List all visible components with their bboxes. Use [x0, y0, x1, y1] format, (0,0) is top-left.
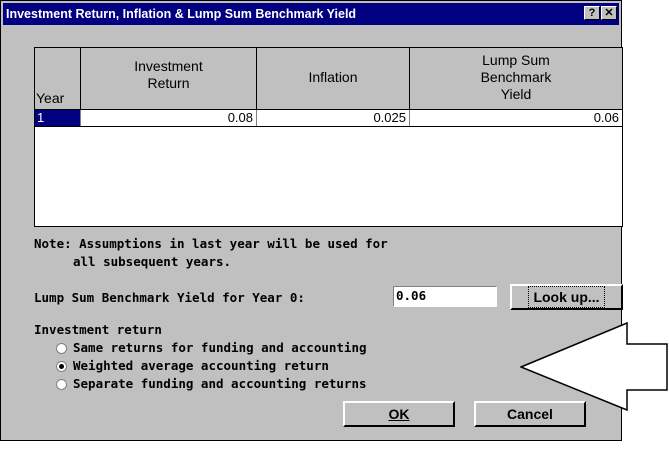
ok-button[interactable]: OK: [343, 401, 455, 427]
inflation-cell[interactable]: 0.025: [257, 110, 410, 126]
radio-separate-returns-label[interactable]: Separate funding and accounting returns: [73, 376, 367, 391]
radio-same-returns-label[interactable]: Same returns for funding and accounting: [73, 340, 367, 355]
radio-same-returns[interactable]: [56, 343, 67, 354]
dialog-title-bar: Investment Return, Inflation & Lump Sum …: [3, 3, 619, 25]
column-header-lump-sum-yield[interactable]: Lump Sum Benchmark Yield: [410, 48, 622, 110]
year0-yield-input[interactable]: 0.06: [393, 286, 497, 307]
dialog-title: Investment Return, Inflation & Lump Sum …: [6, 7, 357, 21]
column-header-inflation[interactable]: Inflation: [257, 48, 410, 110]
investment-return-cell[interactable]: 0.08: [81, 110, 257, 126]
column-header-investment-return[interactable]: Investment Return: [81, 48, 257, 110]
radio-weighted-average[interactable]: [56, 361, 67, 372]
radio-weighted-average-label[interactable]: Weighted average accounting return: [73, 358, 329, 373]
column-header-year[interactable]: Year: [35, 48, 81, 110]
investment-return-group-label: Investment return: [34, 322, 162, 337]
left-arrow-icon: [520, 322, 668, 412]
assumptions-table[interactable]: Year Investment Return Inflation Lump Su…: [34, 47, 623, 227]
year0-yield-label: Lump Sum Benchmark Yield for Year 0:: [34, 290, 305, 305]
close-button[interactable]: ✕: [601, 6, 617, 20]
look-up-button[interactable]: Look up...: [510, 284, 623, 310]
note-line-1: Note: Assumptions in last year will be u…: [34, 236, 388, 251]
note-line-2: all subsequent years.: [73, 254, 232, 269]
help-button[interactable]: ?: [584, 6, 600, 20]
lump-sum-yield-cell[interactable]: 0.06: [410, 110, 622, 126]
radio-separate-returns[interactable]: [56, 379, 67, 390]
year-cell[interactable]: 1: [35, 110, 81, 126]
table-row[interactable]: 1 0.08 0.025 0.06: [35, 110, 622, 127]
